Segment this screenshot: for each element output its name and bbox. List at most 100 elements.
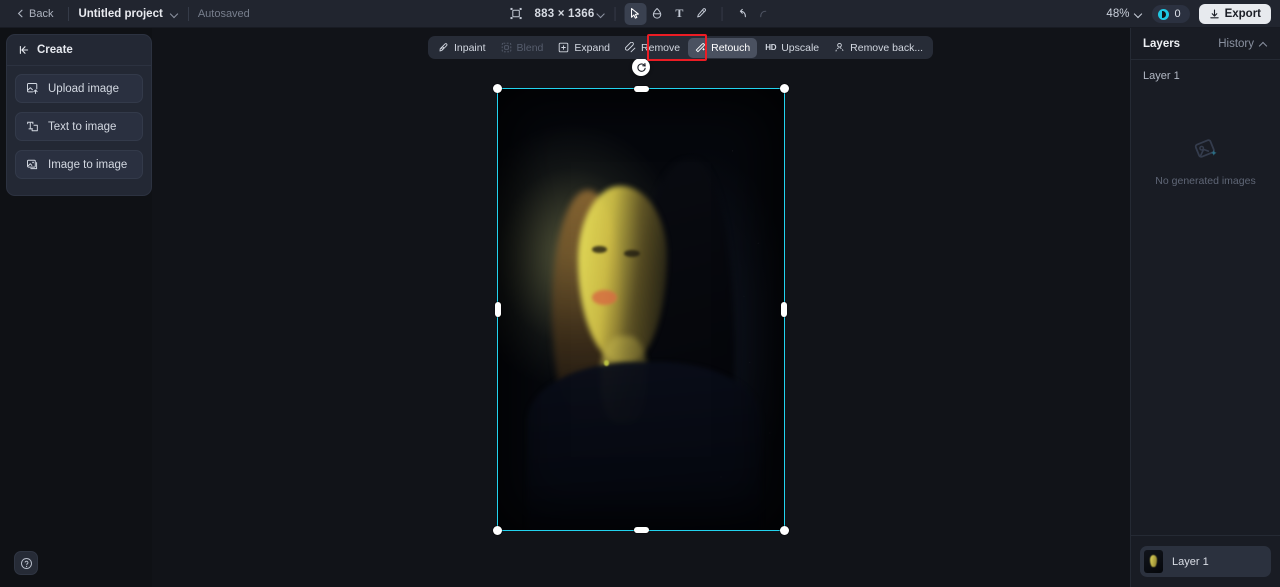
resize-handle-top-left[interactable] — [493, 84, 502, 93]
credits-badge[interactable]: 0 — [1152, 5, 1190, 23]
canvas-size-label: 883 × 1366 — [534, 7, 595, 20]
resize-handle-bottom[interactable] — [633, 527, 649, 533]
remove-icon — [625, 42, 636, 53]
credit-coin-icon — [1158, 8, 1170, 20]
inpaint-label: Inpaint — [454, 41, 486, 54]
remove-label: Remove — [641, 41, 681, 54]
resize-canvas-icon[interactable] — [505, 3, 527, 25]
tab-history[interactable]: History — [1218, 38, 1268, 50]
app-root: Back Untitled project Autosaved 883 × 13… — [0, 0, 1280, 587]
image-to-image-button[interactable]: Image to image — [15, 150, 143, 179]
tab-history-label: History — [1218, 38, 1254, 50]
undo-icon — [740, 8, 747, 18]
credits-count: 0 — [1174, 8, 1181, 20]
layers-list: Layer 1 — [1131, 535, 1280, 587]
text-tool[interactable]: T — [668, 3, 690, 25]
upload-image-label: Upload image — [48, 82, 119, 95]
inpaint-icon — [439, 43, 448, 52]
layer-thumbnail — [1144, 550, 1163, 573]
upload-image-button[interactable]: Upload image — [15, 74, 143, 103]
generated-images-section: Layer 1 No generated images — [1131, 60, 1280, 535]
back-label: Back — [29, 7, 54, 20]
brush-icon — [697, 8, 707, 18]
image-to-image-label: Image to image — [48, 158, 128, 171]
retouch-button[interactable]: Retouch — [688, 37, 758, 58]
eraser-icon — [653, 7, 662, 19]
autosave-status: Autosaved — [197, 7, 250, 20]
resize-handle-left[interactable] — [495, 302, 501, 317]
resize-handle-bottom-right[interactable] — [780, 526, 789, 535]
export-label: Export — [1224, 8, 1261, 20]
blend-button[interactable]: Blend — [494, 38, 551, 58]
active-layer-label: Layer 1 — [1143, 70, 1180, 82]
export-button[interactable]: Export — [1198, 4, 1271, 24]
divider — [187, 6, 189, 21]
help-question-icon — [20, 557, 32, 569]
divider — [614, 6, 616, 21]
remove-background-label: Remove back... — [850, 41, 924, 54]
divider — [68, 6, 70, 21]
zoom-chevron-down-icon — [1134, 10, 1143, 19]
text-to-image-button[interactable]: Text to image — [15, 112, 143, 141]
undo-button[interactable] — [731, 3, 753, 25]
expand-button[interactable]: Expand — [551, 38, 617, 58]
resize-handle-top[interactable] — [633, 86, 649, 92]
rotate-icon — [636, 62, 646, 72]
layers-history-panel: Layers History Layer 1 No generated imag… — [1130, 28, 1280, 587]
redo-icon — [760, 10, 767, 18]
canvas-area[interactable] — [152, 28, 1130, 587]
remove-background-button[interactable]: Remove back... — [827, 38, 930, 58]
retouch-label: Retouch — [711, 41, 751, 54]
resize-handle-top-right[interactable] — [780, 84, 789, 93]
text-icon: T — [675, 6, 684, 20]
empty-state: No generated images — [1131, 136, 1280, 187]
image-context-toolbar: Inpaint Blend Expand Remove Retouch HD U… — [428, 36, 934, 59]
cursor-icon — [631, 7, 640, 19]
create-panel-header[interactable]: Create — [7, 35, 151, 66]
remove-background-icon — [835, 43, 844, 52]
portrait-photo — [498, 89, 784, 530]
inpaint-button[interactable]: Inpaint — [431, 38, 493, 58]
canvas-size-chevron-down-icon[interactable] — [596, 9, 605, 18]
divider — [721, 6, 723, 21]
layer-name: Layer 1 — [1172, 555, 1209, 568]
zoom-level-label: 48% — [1106, 8, 1130, 20]
zoom-level-control[interactable]: 48% — [1106, 8, 1143, 20]
top-toolbar: Back Untitled project Autosaved 883 × 13… — [0, 0, 1280, 28]
back-button[interactable]: Back — [10, 5, 59, 23]
project-menu-chevron-down-icon[interactable] — [170, 9, 179, 18]
list-item[interactable]: Layer 1 — [1140, 546, 1271, 577]
upscale-label: Upscale — [781, 41, 820, 54]
blend-icon — [501, 42, 511, 53]
chevron-left-icon — [17, 9, 23, 18]
expand-icon — [559, 42, 569, 53]
retouch-icon — [695, 43, 706, 53]
artboard-image[interactable] — [498, 89, 784, 530]
resize-handle-right[interactable] — [781, 302, 787, 317]
eraser-tool[interactable] — [646, 3, 668, 25]
image-to-image-icon — [26, 159, 38, 170]
topbar-right-group: 48% 0 Export — [1106, 0, 1271, 28]
resize-handle-bottom-left[interactable] — [493, 526, 502, 535]
upload-image-icon — [26, 82, 38, 95]
topbar-center-group: 883 × 1366 T — [505, 2, 776, 25]
blend-label: Blend — [516, 41, 544, 54]
tab-layers[interactable]: Layers — [1143, 38, 1180, 50]
select-tool[interactable] — [624, 2, 647, 25]
create-panel-body: Upload image Text to image Image to imag… — [7, 66, 151, 187]
brush-tool[interactable] — [690, 3, 712, 25]
upscale-button[interactable]: HD Upscale — [758, 38, 826, 58]
rotate-handle[interactable] — [632, 58, 650, 76]
redo-button[interactable] — [753, 3, 775, 25]
image-placeholder-icon — [1194, 139, 1217, 158]
empty-state-text: No generated images — [1155, 175, 1256, 187]
project-title: Untitled project — [78, 7, 163, 20]
create-panel: Create Upload image Text to image Image … — [6, 34, 152, 196]
hd-icon: HD — [765, 43, 777, 52]
remove-button[interactable]: Remove — [618, 38, 687, 58]
text-to-image-label: Text to image — [48, 120, 117, 133]
help-button[interactable] — [14, 551, 38, 575]
create-panel-title: Create — [37, 44, 73, 56]
chevron-up-icon — [1259, 40, 1268, 49]
download-icon — [1209, 9, 1219, 18]
